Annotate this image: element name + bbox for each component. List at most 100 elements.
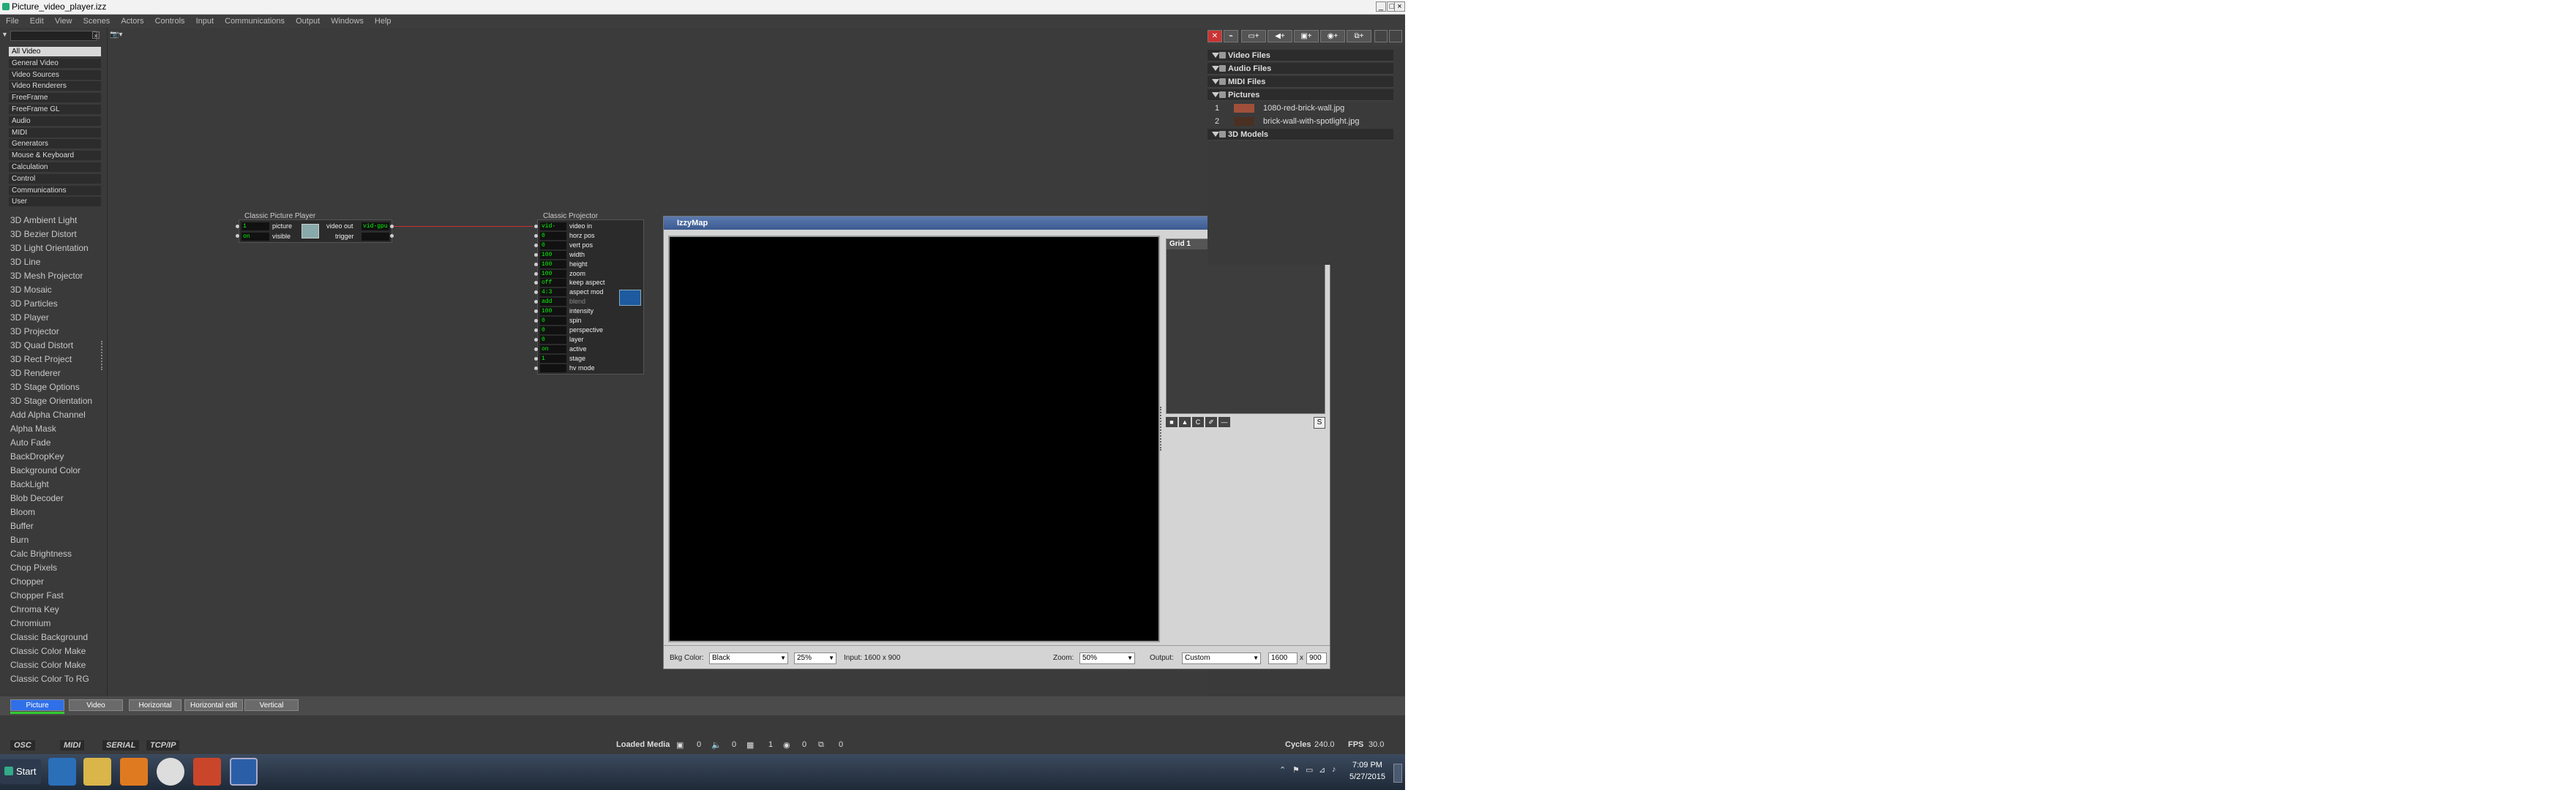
actor-item[interactable]: Classic Background	[10, 631, 104, 644]
actor-item[interactable]: BackLight	[10, 478, 104, 492]
projector-port-value[interactable]: 100	[540, 250, 566, 259]
tab-horizontal[interactable]: Horizontal	[129, 699, 181, 711]
category-item[interactable]: FreeFrame GL	[9, 105, 101, 115]
input-port-dot[interactable]	[534, 328, 538, 332]
projector-port-value[interactable]: add	[540, 298, 566, 306]
actor-item[interactable]: Chroma Key	[10, 603, 104, 617]
media-section-audio[interactable]: Audio Files	[1208, 63, 1393, 75]
powerpoint-icon[interactable]	[193, 758, 221, 786]
minimize-button[interactable]: _	[1376, 1, 1386, 12]
output-port-dot[interactable]	[390, 234, 394, 238]
camera-icon[interactable]: 📷▾	[110, 31, 129, 41]
clock-date[interactable]: 5/27/2015	[1349, 772, 1385, 781]
picture-item[interactable]: 2 brick-wall-with-spotlight.jpg	[1208, 116, 1393, 127]
input-port-dot[interactable]	[236, 234, 239, 238]
actor-item[interactable]: Chromium	[10, 617, 104, 631]
actor-item[interactable]: Classic Color Make	[10, 644, 104, 658]
izzymap-splitter[interactable]	[1160, 407, 1163, 451]
actor-item[interactable]: 3D Line	[10, 255, 104, 269]
grid-triangle-button[interactable]: ▲	[1179, 417, 1191, 427]
category-item[interactable]: General Video	[9, 58, 101, 69]
display-icon[interactable]: ▭	[1306, 765, 1313, 775]
actor-item[interactable]: 3D Ambient Light	[10, 214, 104, 227]
actor-item[interactable]: 3D Light Orientation	[10, 241, 104, 255]
input-port-dot[interactable]	[534, 252, 538, 257]
projector-port-value[interactable]: on	[540, 345, 566, 353]
output-width-input[interactable]: 1600	[1268, 652, 1298, 664]
tcpip-button[interactable]: TCP/IP	[146, 740, 180, 750]
category-item[interactable]: Video Sources	[9, 69, 101, 80]
input-port-dot[interactable]	[534, 337, 538, 342]
library-search-input[interactable]	[10, 31, 97, 41]
grid-s-button[interactable]: S	[1314, 417, 1325, 429]
projector-port-value[interactable]: 100	[540, 260, 566, 268]
chrome-icon[interactable]	[157, 758, 184, 786]
isadora-icon[interactable]	[230, 758, 258, 786]
add-stage-icon[interactable]: ⧉+	[1347, 30, 1371, 42]
clear-search-icon[interactable]: ×	[92, 31, 100, 40]
actor-item[interactable]: Blob Decoder	[10, 492, 104, 505]
actor-item[interactable]: Calc Brightness	[10, 547, 104, 561]
actor-item[interactable]: 3D Mesh Projector	[10, 269, 104, 283]
actor-item[interactable]: 3D Projector	[10, 325, 104, 339]
actor-item[interactable]: 3D Rect Project	[10, 353, 104, 366]
category-item[interactable]: Audio	[9, 116, 101, 127]
projector-port-value[interactable]: 0	[540, 335, 566, 344]
menu-output[interactable]: Output	[296, 17, 320, 26]
menu-file[interactable]: File	[6, 17, 19, 26]
network-icon[interactable]: ⊿	[1319, 765, 1325, 775]
actor-item[interactable]: 3D Renderer	[10, 366, 104, 380]
projector-port-value[interactable]: vid-gpu	[540, 222, 566, 230]
input-port-dot[interactable]	[534, 347, 538, 351]
actor-item[interactable]: 3D Bezier Distort	[10, 227, 104, 241]
actor-item[interactable]: Chopper	[10, 575, 104, 589]
media-section-3d-models[interactable]: 3D Models	[1208, 129, 1393, 140]
actor-item[interactable]: Chop Pixels	[10, 561, 104, 575]
category-item[interactable]: FreeFrame	[9, 93, 101, 104]
picture-value[interactable]: 1 [brick-w	[242, 222, 269, 230]
category-item[interactable]: Communications	[9, 185, 101, 196]
output-height-input[interactable]: 900	[1306, 652, 1327, 664]
add-actor-icon[interactable]: ◀+	[1268, 30, 1292, 42]
izzymap-stage[interactable]	[668, 236, 1160, 642]
projector-port-value[interactable]: 0	[540, 241, 566, 249]
flag-icon[interactable]: ⚑	[1292, 765, 1300, 775]
tab-picture[interactable]: Picture	[10, 699, 64, 711]
actor-item[interactable]: Burn	[10, 533, 104, 547]
input-port-dot[interactable]	[534, 262, 538, 266]
actor-item[interactable]: Chopper Fast	[10, 589, 104, 603]
actor-item[interactable]: 3D Quad Distort	[10, 339, 104, 353]
stop-icon[interactable]: ✕	[1208, 30, 1222, 42]
clock-time[interactable]: 7:09 PM	[1352, 761, 1382, 770]
projector-port-value[interactable]: 100	[540, 269, 566, 278]
satellite-icon[interactable]: ⌁	[1224, 30, 1238, 42]
projector-port-value[interactable]: 0	[540, 231, 566, 240]
category-item[interactable]: All Video	[9, 47, 101, 57]
input-port-dot[interactable]	[236, 225, 239, 228]
grid-circle-button[interactable]: C	[1192, 417, 1204, 427]
projector-port-value[interactable]: 0	[540, 317, 566, 325]
actor-item[interactable]: Buffer	[10, 519, 104, 533]
actor-item[interactable]: BackDropKey	[10, 450, 104, 464]
output-select[interactable]: Custom ▼	[1182, 652, 1261, 664]
picture-item[interactable]: 1 1080-red-brick-wall.jpg	[1208, 102, 1393, 114]
media-section-video[interactable]: Video Files	[1208, 50, 1393, 61]
volume-icon[interactable]: ♪	[1332, 765, 1336, 774]
menu-help[interactable]: Help	[375, 17, 392, 26]
grid-edit-button[interactable]: ✐	[1205, 417, 1217, 427]
grid-square-button[interactable]: ■	[1166, 417, 1177, 427]
category-item[interactable]: Calculation	[9, 162, 101, 173]
media-section-pictures[interactable]: Pictures	[1208, 89, 1393, 101]
menu-actors[interactable]: Actors	[121, 17, 143, 26]
actor-item[interactable]: 3D Stage Options	[10, 380, 104, 394]
add-macro-icon[interactable]: ▣+	[1294, 30, 1319, 42]
input-port-dot[interactable]	[534, 243, 538, 247]
show-desktop-button[interactable]	[1393, 764, 1402, 783]
category-item[interactable]: Mouse & Keyboard	[9, 151, 101, 162]
menu-input[interactable]: Input	[196, 17, 214, 26]
input-zoom-select[interactable]: 25% ▼	[794, 652, 836, 664]
projector-port-value[interactable]: 100	[540, 307, 566, 316]
input-port-dot[interactable]	[534, 271, 538, 276]
category-item[interactable]: Generators	[9, 139, 101, 150]
osc-button[interactable]: OSC	[10, 740, 35, 750]
